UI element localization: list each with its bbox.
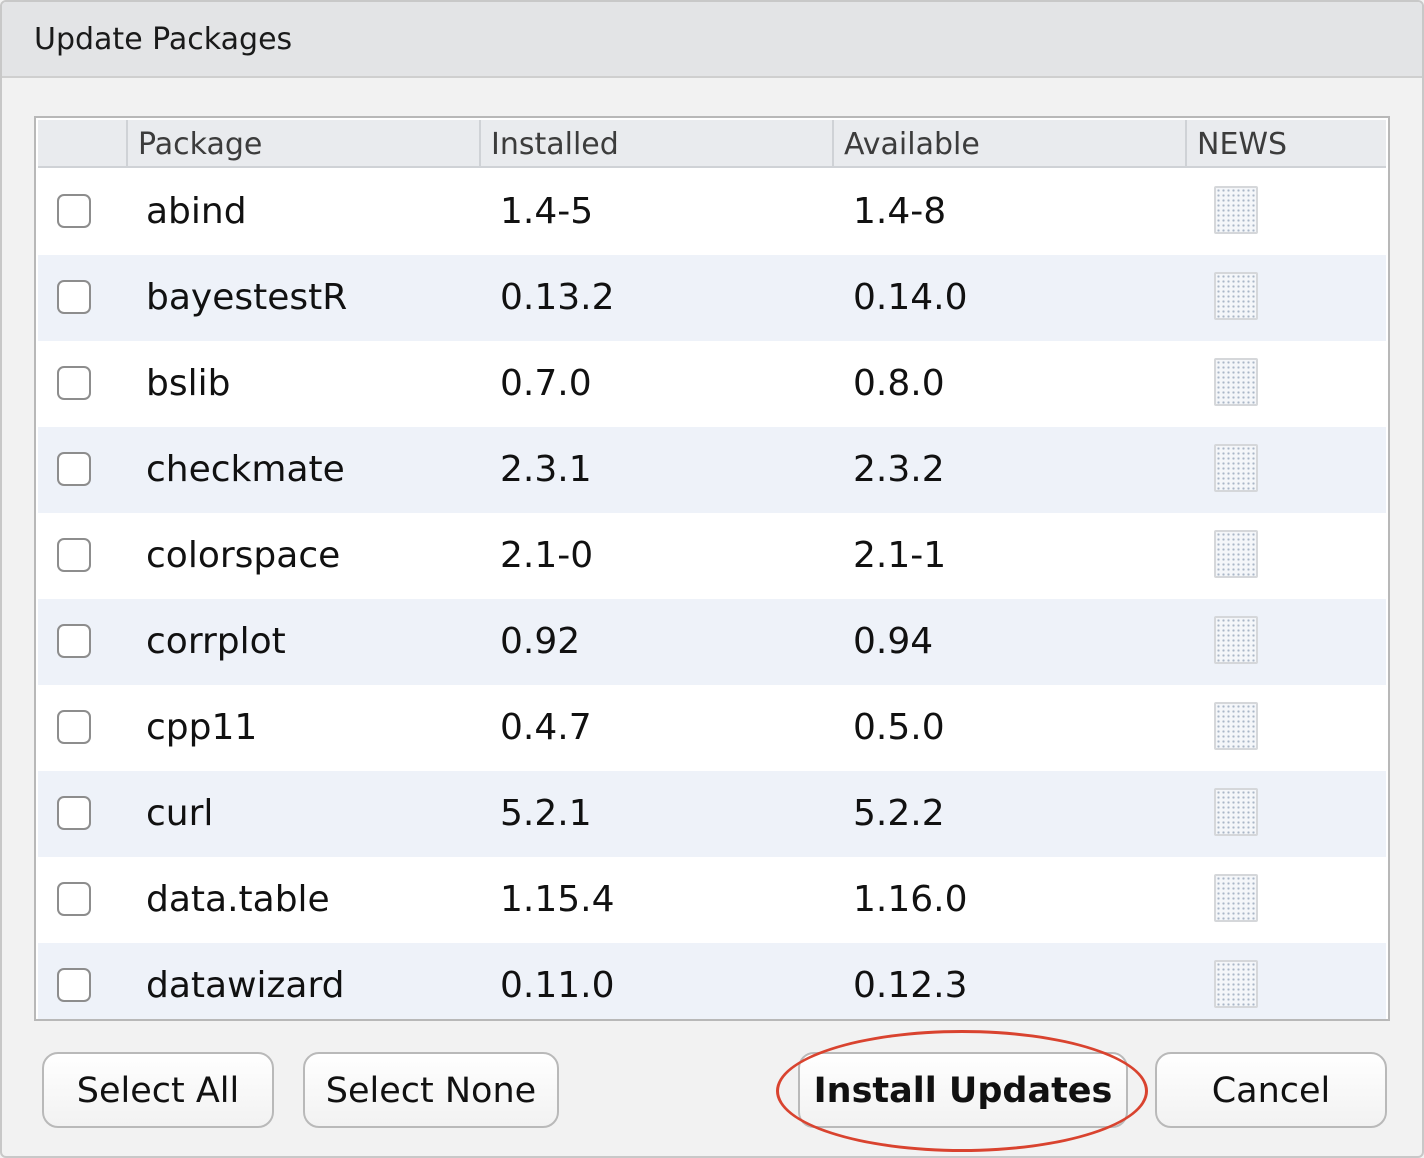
row-checkbox[interactable]: [57, 538, 91, 572]
table-row[interactable]: corrplot 0.92 0.94: [38, 599, 1386, 685]
row-checkbox[interactable]: [57, 194, 91, 228]
news-document-icon[interactable]: [1214, 358, 1258, 406]
available-version-cell: 5.2.2: [853, 793, 945, 834]
news-document-icon[interactable]: [1214, 444, 1258, 492]
table-row[interactable]: data.table 1.15.4 1.16.0: [38, 857, 1386, 943]
package-name-cell: curl: [146, 793, 214, 834]
news-document-icon[interactable]: [1214, 702, 1258, 750]
news-document-icon[interactable]: [1214, 616, 1258, 664]
news-document-icon[interactable]: [1214, 960, 1258, 1008]
table-header: Package Installed Available NEWS: [38, 120, 1386, 168]
news-document-icon[interactable]: [1214, 530, 1258, 578]
table-row[interactable]: datawizard 0.11.0 0.12.3: [38, 943, 1386, 1019]
column-header-installed[interactable]: Installed: [479, 120, 832, 166]
column-header-select: [38, 120, 126, 166]
dialog-titlebar: Update Packages: [2, 2, 1422, 78]
installed-version-cell: 2.1-0: [500, 535, 594, 576]
installed-version-cell: 0.4.7: [500, 707, 592, 748]
installed-version-cell: 1.4-5: [500, 191, 594, 232]
installed-version-cell: 0.13.2: [500, 277, 615, 318]
install-updates-button[interactable]: Install Updates: [798, 1052, 1128, 1128]
package-name-cell: colorspace: [146, 535, 341, 576]
row-checkbox[interactable]: [57, 710, 91, 744]
package-name-cell: corrplot: [146, 621, 286, 662]
table-row[interactable]: abind 1.4-5 1.4-8: [38, 169, 1386, 255]
package-name-cell: datawizard: [146, 965, 345, 1006]
package-name-cell: bslib: [146, 363, 231, 404]
packages-table: Package Installed Available NEWS abind 1.…: [34, 116, 1390, 1021]
table-row[interactable]: colorspace 2.1-0 2.1-1: [38, 513, 1386, 599]
row-checkbox[interactable]: [57, 796, 91, 830]
row-checkbox[interactable]: [57, 280, 91, 314]
available-version-cell: 2.3.2: [853, 449, 945, 490]
cancel-button[interactable]: Cancel: [1155, 1052, 1387, 1128]
news-document-icon[interactable]: [1214, 874, 1258, 922]
available-version-cell: 0.8.0: [853, 363, 945, 404]
installed-version-cell: 5.2.1: [500, 793, 592, 834]
available-version-cell: 2.1-1: [853, 535, 947, 576]
available-version-cell: 0.5.0: [853, 707, 945, 748]
news-document-icon[interactable]: [1214, 788, 1258, 836]
row-checkbox[interactable]: [57, 624, 91, 658]
table-row[interactable]: cpp11 0.4.7 0.5.0: [38, 685, 1386, 771]
available-version-cell: 1.4-8: [853, 191, 947, 232]
table-row[interactable]: checkmate 2.3.1 2.3.2: [38, 427, 1386, 513]
row-checkbox[interactable]: [57, 882, 91, 916]
table-row[interactable]: curl 5.2.1 5.2.2: [38, 771, 1386, 857]
select-none-button[interactable]: Select None: [303, 1052, 559, 1128]
row-checkbox[interactable]: [57, 968, 91, 1002]
table-row[interactable]: bslib 0.7.0 0.8.0: [38, 341, 1386, 427]
news-document-icon[interactable]: [1214, 272, 1258, 320]
available-version-cell: 0.12.3: [853, 965, 968, 1006]
dialog-title: Update Packages: [34, 22, 293, 57]
table-row[interactable]: bayestestR 0.13.2 0.14.0: [38, 255, 1386, 341]
installed-version-cell: 0.92: [500, 621, 581, 662]
installed-version-cell: 1.15.4: [500, 879, 615, 920]
row-checkbox[interactable]: [57, 452, 91, 486]
package-name-cell: abind: [146, 191, 247, 232]
package-name-cell: checkmate: [146, 449, 345, 490]
column-header-package[interactable]: Package: [126, 120, 479, 166]
installed-version-cell: 0.11.0: [500, 965, 615, 1006]
installed-version-cell: 2.3.1: [500, 449, 592, 490]
column-header-news: NEWS: [1185, 120, 1386, 166]
package-name-cell: data.table: [146, 879, 330, 920]
available-version-cell: 0.94: [853, 621, 934, 662]
package-name-cell: cpp11: [146, 707, 258, 748]
column-header-available[interactable]: Available: [832, 120, 1185, 166]
package-name-cell: bayestestR: [146, 277, 348, 318]
select-all-button[interactable]: Select All: [42, 1052, 274, 1128]
news-document-icon[interactable]: [1214, 186, 1258, 234]
available-version-cell: 0.14.0: [853, 277, 968, 318]
installed-version-cell: 0.7.0: [500, 363, 592, 404]
row-checkbox[interactable]: [57, 366, 91, 400]
available-version-cell: 1.16.0: [853, 879, 968, 920]
update-packages-dialog: Update Packages Package Installed Availa…: [0, 0, 1424, 1158]
